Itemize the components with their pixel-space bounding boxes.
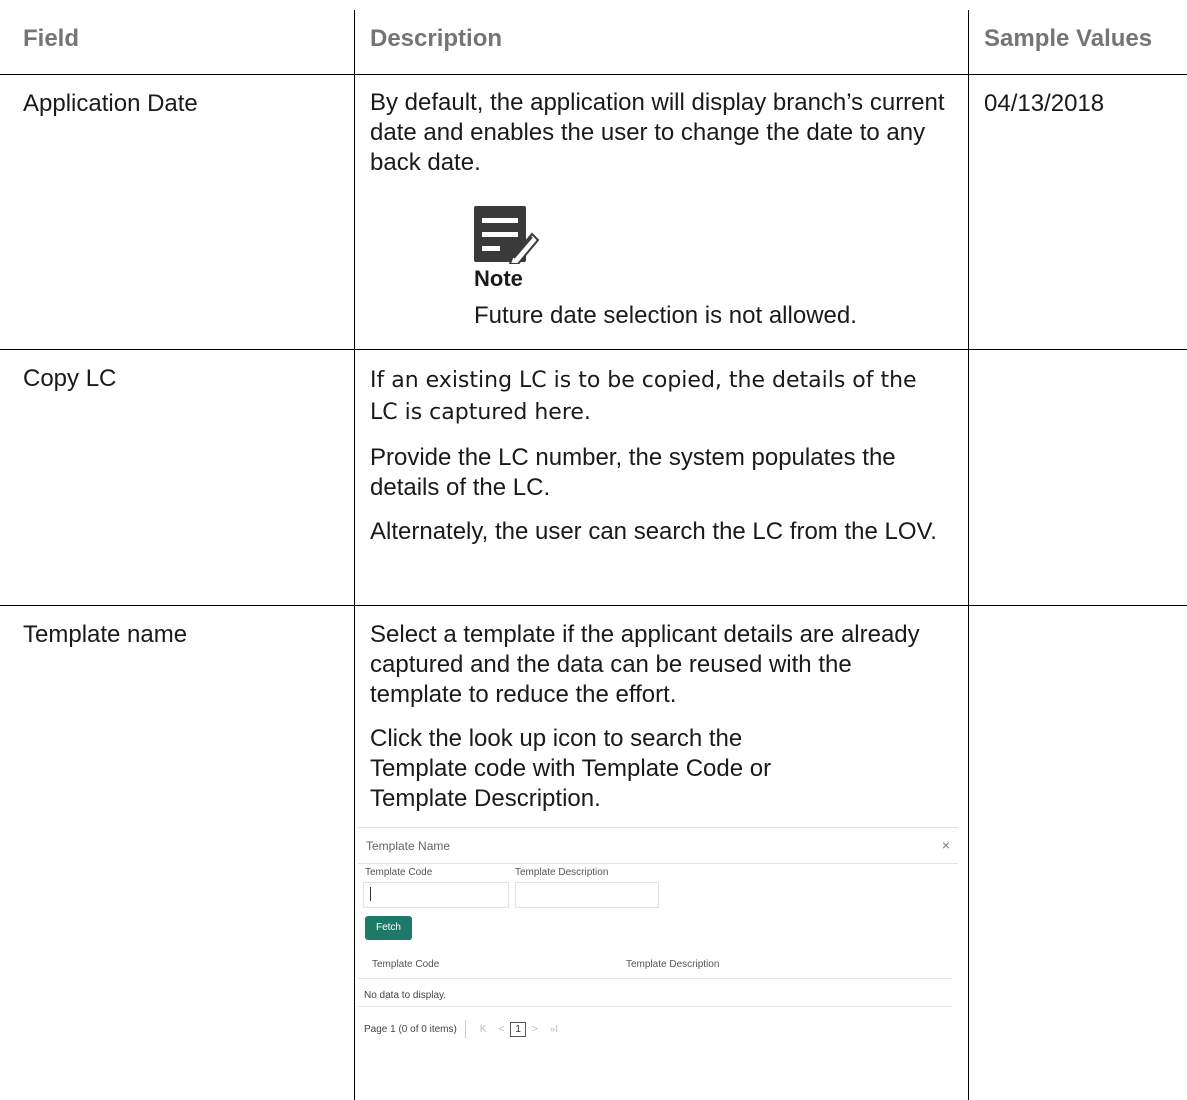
note-text: Future date selection is not allowed. bbox=[474, 302, 857, 329]
column-divider-1 bbox=[354, 10, 355, 1100]
row-divider-2 bbox=[0, 605, 1187, 606]
description-text: By default, the application will display… bbox=[370, 89, 945, 176]
last-page-icon[interactable]: »I bbox=[550, 1024, 558, 1035]
sample-application-date: 04/13/2018 bbox=[984, 90, 1105, 117]
row-divider-1 bbox=[0, 349, 1187, 350]
prev-page-icon[interactable]: < bbox=[499, 1024, 505, 1035]
copy-lc-para-2: Provide the LC number, the system popula… bbox=[370, 444, 896, 501]
template-code-label: Template Code bbox=[365, 867, 433, 878]
template-para-2: Click the look up icon to search the Tem… bbox=[370, 725, 772, 812]
template-code-input[interactable] bbox=[363, 882, 509, 908]
close-icon[interactable]: × bbox=[942, 837, 950, 853]
template-description-input[interactable] bbox=[515, 882, 659, 908]
description-copy-lc: If an existing LC is to be copied, the d… bbox=[370, 365, 950, 547]
description-template-name: Select a template if the applicant detai… bbox=[370, 620, 950, 814]
column-template-code: Template Code bbox=[372, 959, 440, 970]
template-para-1: Select a template if the applicant detai… bbox=[370, 621, 920, 708]
copy-lc-para-1: If an existing LC is to be copied, the d… bbox=[370, 368, 917, 425]
note-icon bbox=[474, 206, 540, 269]
dialog-header: Template Name × bbox=[358, 827, 958, 864]
template-description-label: Template Description bbox=[515, 867, 609, 878]
fetch-button[interactable]: Fetch bbox=[365, 916, 412, 940]
field-application-date: Application Date bbox=[23, 90, 198, 117]
header-sample-values: Sample Values bbox=[984, 25, 1153, 52]
next-page-icon[interactable]: > bbox=[532, 1024, 538, 1035]
page-number[interactable]: 1 bbox=[510, 1021, 526, 1037]
dialog-title: Template Name bbox=[366, 839, 451, 853]
table-footer-divider bbox=[358, 1006, 952, 1007]
template-name-dialog: Template Name × Template Code Template D… bbox=[358, 827, 958, 1042]
description-application-date: By default, the application will display… bbox=[370, 88, 955, 178]
header-field: Field bbox=[23, 25, 80, 52]
pager-status: Page 1 (0 of 0 items) bbox=[364, 1023, 457, 1035]
column-template-description: Template Description bbox=[626, 959, 720, 970]
pagination: Page 1 (0 of 0 items) K < 1 > »I bbox=[364, 1020, 564, 1038]
table-header-divider bbox=[358, 978, 952, 979]
first-page-icon[interactable]: K bbox=[480, 1024, 487, 1035]
header-description: Description bbox=[370, 25, 503, 52]
column-divider-2 bbox=[968, 10, 969, 1100]
field-template-name: Template name bbox=[23, 621, 188, 648]
note-label: Note bbox=[474, 266, 523, 291]
field-copy-lc: Copy LC bbox=[23, 365, 117, 392]
copy-lc-para-3: Alternately, the user can search the LC … bbox=[370, 518, 937, 545]
header-divider bbox=[0, 74, 1187, 75]
no-data-message: No data to display. bbox=[364, 990, 447, 1001]
